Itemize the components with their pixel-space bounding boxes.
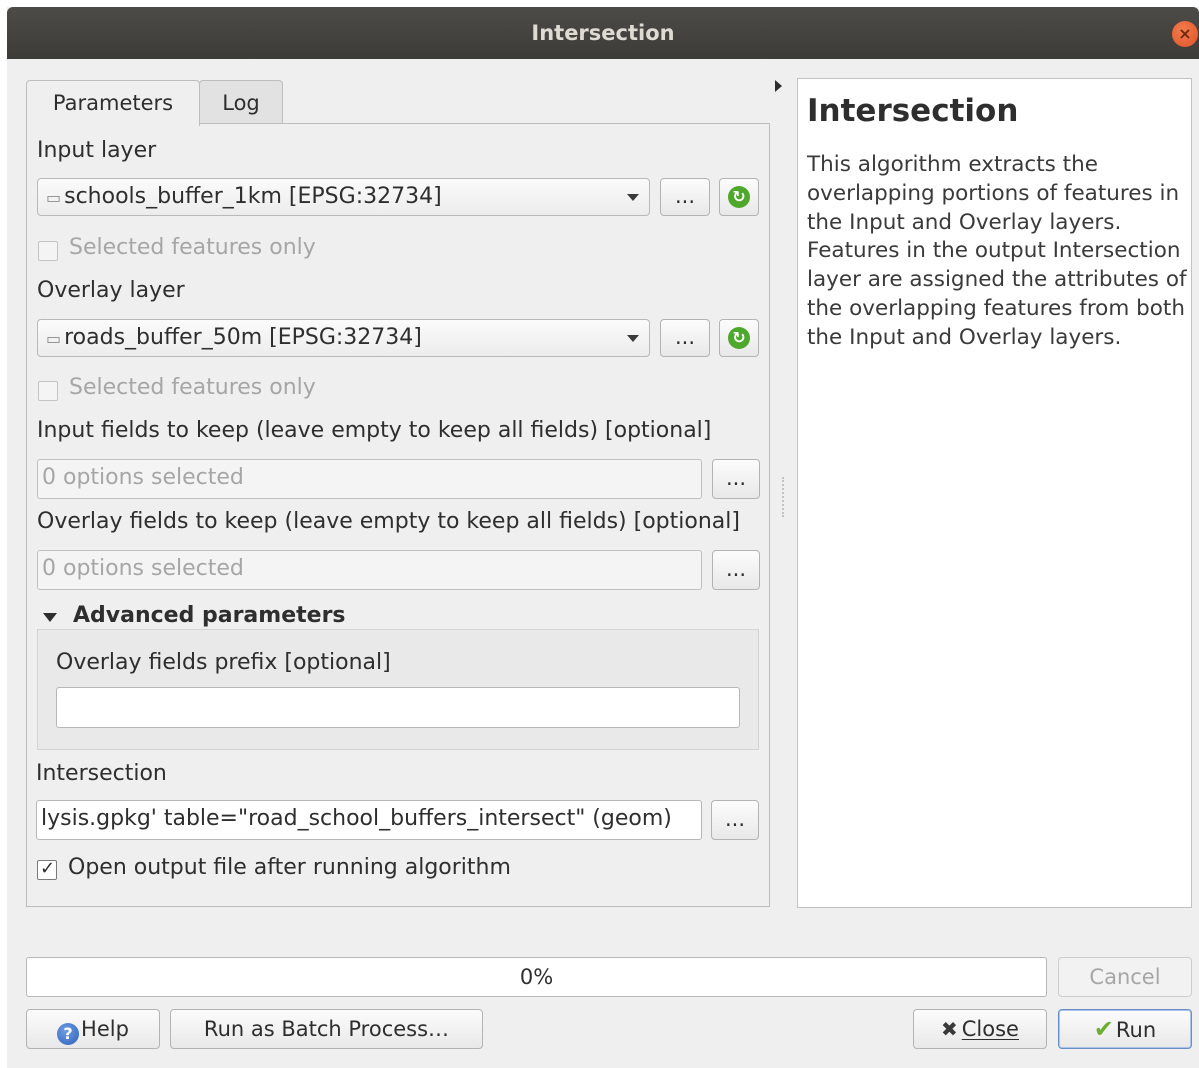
run-check-icon: ✔ (1093, 1015, 1114, 1043)
overlay-selected-only-label: Selected features only (69, 375, 316, 400)
overlay-selected-only-checkbox[interactable] (38, 381, 58, 401)
help-panel-toggle-icon[interactable] (775, 80, 782, 92)
chevron-down-icon (627, 194, 639, 201)
title-bar: Intersection × (7, 7, 1199, 59)
chevron-down-icon (627, 335, 639, 342)
close-button-label: Close (961, 1017, 1019, 1041)
input-layer-combo[interactable]: ▭ schools_buffer_1km [EPSG:32734] (37, 178, 650, 216)
overlay-layer-browse-button[interactable]: ... (660, 319, 710, 357)
close-icon: ✖ (941, 1017, 958, 1041)
open-output-checkbox[interactable] (37, 858, 57, 880)
help-title: Intersection (807, 93, 1019, 129)
panel-splitter-handle[interactable] (782, 477, 786, 517)
overlay-prefix-input[interactable] (56, 687, 740, 728)
run-button-label: Run (1115, 1018, 1157, 1042)
polygon-layer-icon: ▭ (46, 188, 62, 207)
overlay-fields-label: Overlay fields to keep (leave empty to k… (37, 509, 740, 534)
advanced-parameters-toggle[interactable]: Advanced parameters (73, 603, 346, 628)
help-panel: Intersection This algorithm extracts the… (797, 78, 1192, 908)
close-button[interactable]: ✖ Close (913, 1009, 1047, 1049)
output-label: Intersection (36, 761, 167, 786)
input-selected-only-checkbox[interactable] (38, 241, 58, 261)
input-layer-browse-button[interactable]: ... (660, 178, 710, 216)
collapse-triangle-icon[interactable] (43, 613, 57, 622)
progress-bar: 0% (26, 957, 1047, 997)
input-selected-only-label: Selected features only (69, 235, 316, 260)
tab-parameters[interactable]: Parameters (26, 80, 200, 126)
input-layer-iterate-button[interactable]: ↻ (719, 178, 759, 216)
cancel-button[interactable]: Cancel (1058, 957, 1192, 997)
window-title: Intersection (531, 21, 675, 45)
polygon-layer-icon: ▭ (46, 329, 62, 348)
dialog-window: Intersection × Parameters Log Input laye… (7, 7, 1199, 1068)
refresh-icon: ↻ (728, 186, 750, 208)
help-description: This algorithm extracts the overlapping … (807, 152, 1187, 350)
tab-log[interactable]: Log (199, 80, 283, 124)
input-fields-label: Input fields to keep (leave empty to kee… (37, 418, 712, 443)
overlay-fields-select-button[interactable]: ... (712, 550, 760, 590)
input-layer-value: schools_buffer_1km [EPSG:32734] (64, 184, 442, 209)
input-fields-field[interactable]: 0 options selected (37, 459, 702, 499)
output-browse-button[interactable]: ... (711, 800, 759, 840)
run-button[interactable]: ✔Run (1058, 1009, 1192, 1049)
overlay-layer-combo[interactable]: ▭ roads_buffer_50m [EPSG:32734] (37, 319, 650, 357)
run-as-batch-button[interactable]: Run as Batch Process… (170, 1009, 483, 1049)
overlay-layer-iterate-button[interactable]: ↻ (719, 319, 759, 357)
output-destination-input[interactable]: lysis.gpkg' table="road_school_buffers_i… (36, 800, 702, 840)
help-button[interactable]: ? Help (26, 1009, 160, 1049)
overlay-prefix-label: Overlay fields prefix [optional] (56, 650, 391, 675)
overlay-fields-field[interactable]: 0 options selected (37, 550, 702, 590)
parameters-panel: Input layer ▭ schools_buffer_1km [EPSG:32… (26, 123, 770, 907)
advanced-parameters-group: Overlay fields prefix [optional] (37, 629, 759, 750)
input-layer-label: Input layer (37, 138, 157, 163)
overlay-layer-value: roads_buffer_50m [EPSG:32734] (64, 325, 422, 350)
progress-label: 0% (519, 965, 554, 989)
help-icon: ? (57, 1023, 80, 1045)
refresh-icon: ↻ (728, 327, 750, 349)
overlay-layer-label: Overlay layer (37, 278, 185, 303)
open-output-label: Open output file after running algorithm (68, 855, 511, 880)
input-fields-select-button[interactable]: ... (712, 459, 760, 499)
help-button-label: Help (81, 1017, 129, 1041)
window-close-icon[interactable]: × (1172, 21, 1198, 47)
